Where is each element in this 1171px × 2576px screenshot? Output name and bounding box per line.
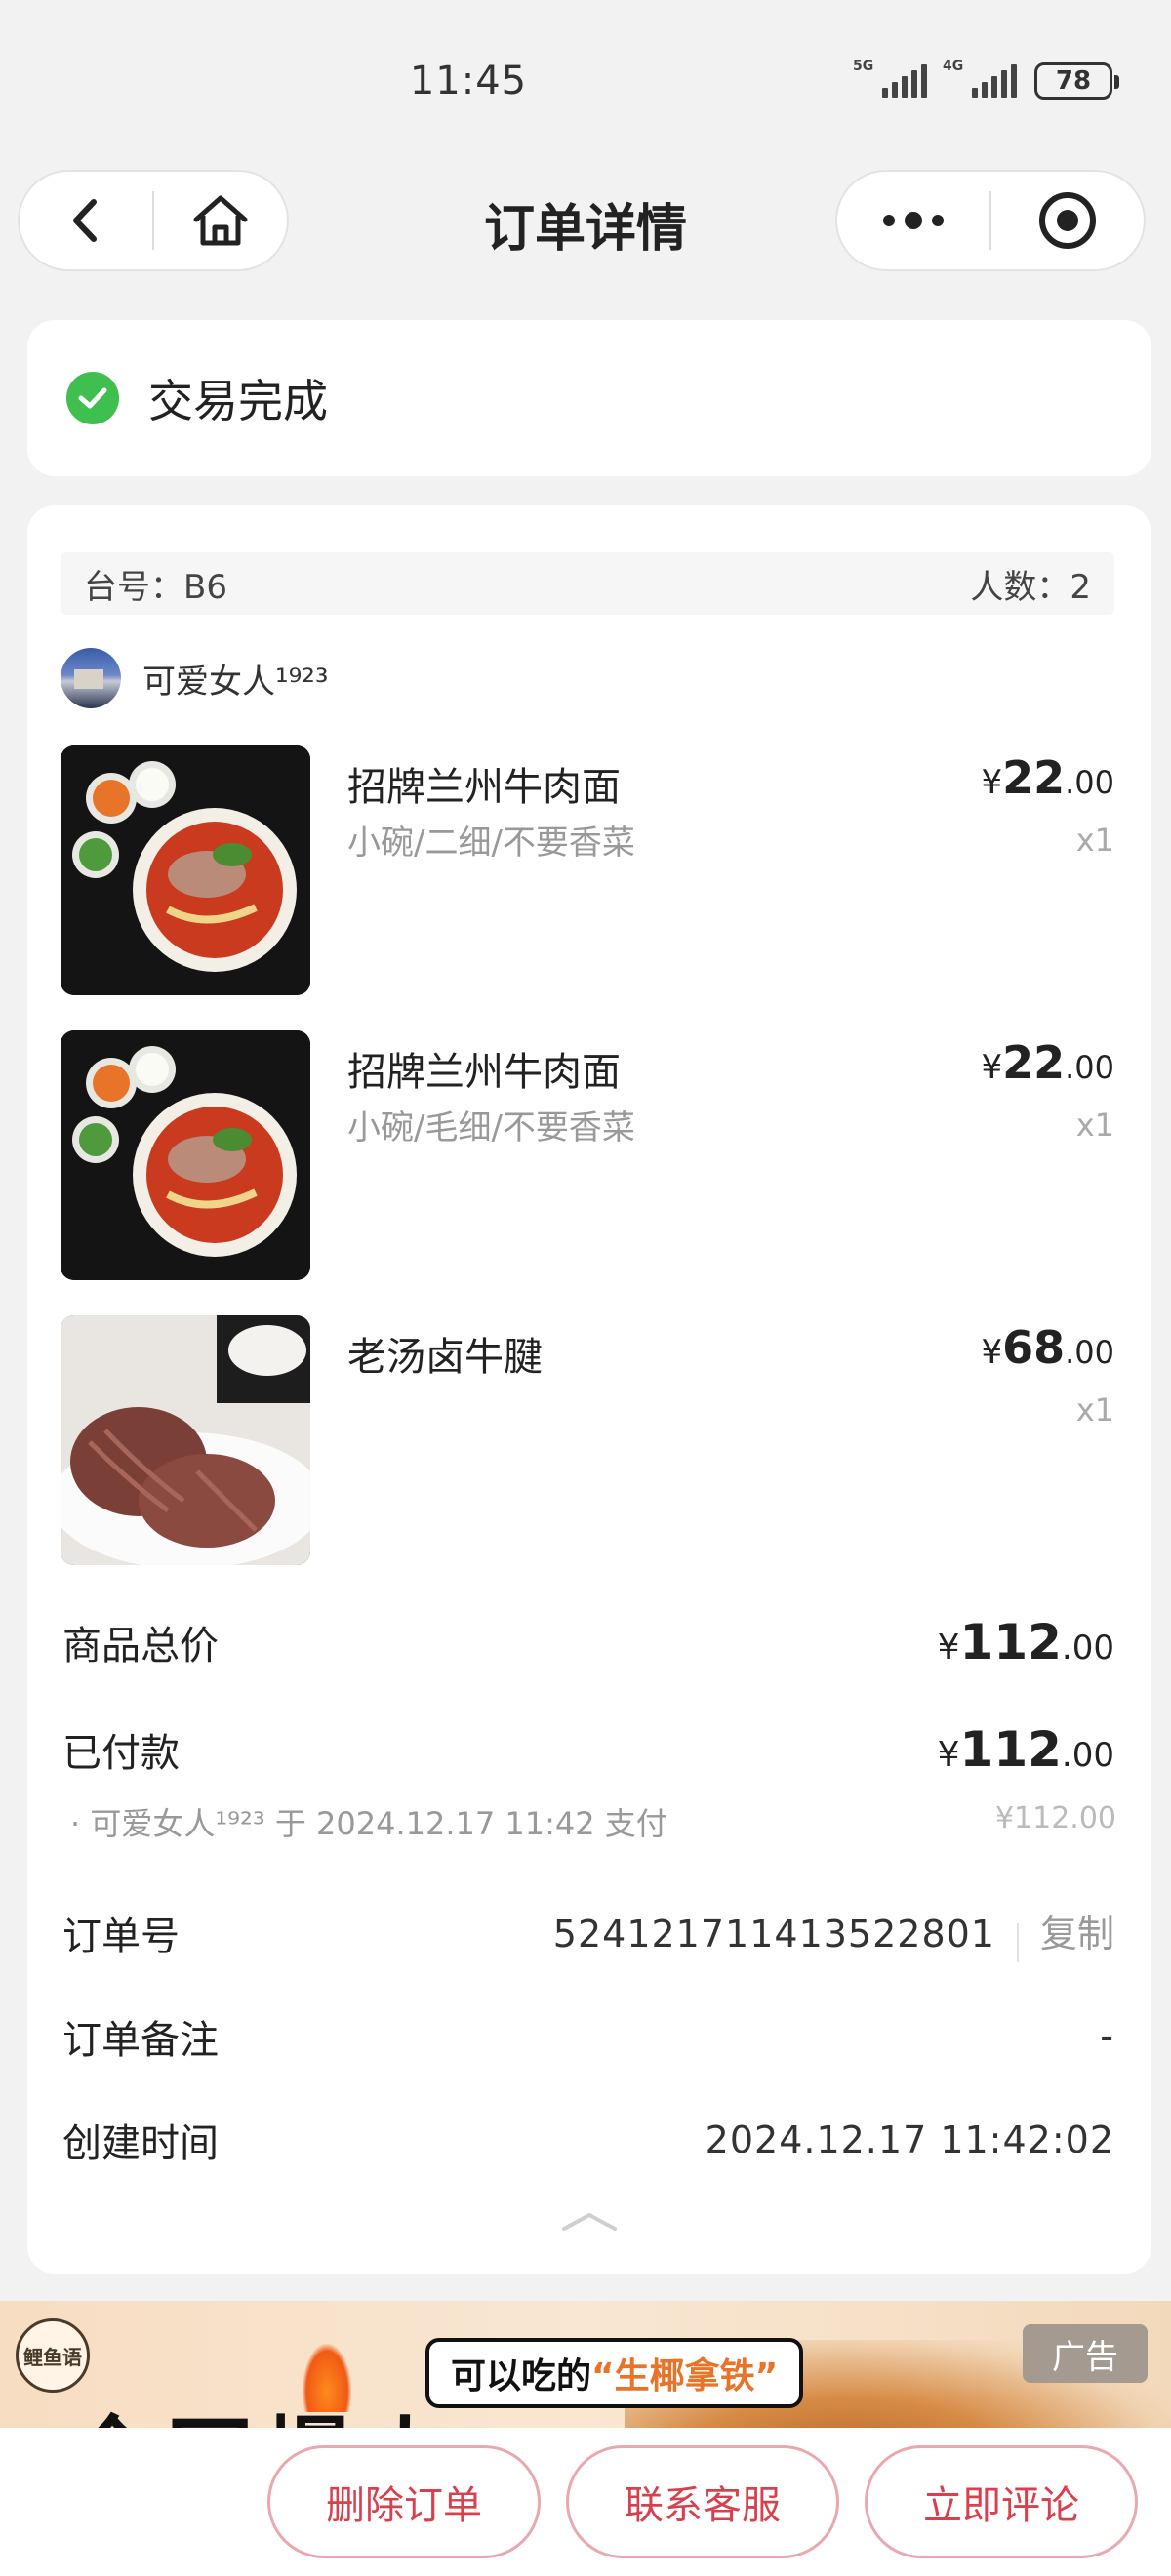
total-price-value: ¥112.00 (937, 1614, 1114, 1670)
item-name: 老汤卤牛腱 (347, 1335, 543, 1380)
order-item[interactable]: 招牌兰州牛肉面 小碗/毛细/不要香菜 ¥22.00 x1 (61, 1030, 1114, 1280)
order-item[interactable]: 老汤卤牛腱 ¥68.00 x1 (61, 1315, 1114, 1565)
page-title: 订单详情 (483, 200, 687, 259)
item-spec: 小碗/二细/不要香菜 (347, 824, 635, 863)
item-spec: 小碗/毛细/不要香菜 (347, 1108, 635, 1147)
nav-right-capsule (835, 170, 1146, 271)
total-price-label: 商品总价 (62, 1624, 219, 1669)
order-detail-card: 台号：B6 人数：2 可爱女人¹⁹²³ 招牌兰州牛肉面 小碗/二细/不要香菜 ¥… (27, 505, 1151, 2274)
paid-row: 已付款 ¥112.00 (62, 1715, 1114, 1784)
chevron-up-icon (562, 2213, 617, 2231)
status-time: 11:45 (409, 59, 528, 103)
order-remark-value: - (1100, 2015, 1114, 2058)
ad-brand-logo: 鲤鱼语 (16, 2318, 90, 2393)
more-button[interactable] (837, 172, 989, 269)
created-time-row: 创建时间 2024.12.17 11:42:02 (62, 2106, 1114, 2174)
item-price: ¥22.00 (981, 751, 1114, 804)
item-name: 招牌兰州牛肉面 (347, 1050, 621, 1095)
copy-divider (1016, 1922, 1019, 1962)
orderer-row: 可爱女人¹⁹²³ (61, 648, 329, 708)
payment-note: · 可爱女人¹⁹²³ 于 2024.12.17 11:42 支付 (70, 1805, 667, 1842)
dish-image-beef-noodle (61, 1030, 310, 1280)
item-price: ¥22.00 (981, 1036, 1114, 1089)
ad-banner[interactable]: 鲤鱼语 全网爆火 可以吃的“生椰拿铁” 广告 (0, 2301, 1171, 2428)
table-number: 台号：B6 (84, 567, 227, 607)
battery-icon: 78 (1034, 62, 1119, 100)
order-remark-label: 订单备注 (62, 2018, 219, 2063)
total-price-row: 商品总价 ¥112.00 (62, 1608, 1114, 1676)
delete-order-button[interactable]: 删除订单 (267, 2445, 541, 2558)
item-quantity: x1 (1075, 822, 1114, 859)
order-number-label: 订单号 (62, 1914, 180, 1959)
paid-label: 已付款 (62, 1731, 180, 1776)
home-icon (193, 195, 248, 246)
ad-speech-bubble: 可以吃的“生椰拿铁” (425, 2338, 804, 2408)
more-dots-icon (883, 212, 944, 229)
status-icons: 5G 4G 78 (853, 59, 1119, 100)
avatar (61, 648, 121, 708)
order-status-text: 交易完成 (148, 375, 328, 427)
back-button[interactable] (20, 172, 152, 269)
nav-left-capsule (18, 170, 289, 271)
bottom-action-bar: 删除订单 联系客服 立即评论 (0, 2428, 1171, 2576)
target-icon (1038, 192, 1096, 249)
payment-note-amount: ¥112.00 (994, 1801, 1116, 1835)
close-miniprogram-button[interactable] (991, 172, 1144, 269)
order-remark-row: 订单备注 - (62, 2002, 1114, 2071)
people-count: 人数：2 (970, 567, 1091, 607)
order-item[interactable]: 招牌兰州牛肉面 小碗/二细/不要香菜 ¥22.00 x1 (61, 745, 1114, 995)
dish-image-beef-noodle (61, 745, 310, 995)
ad-headline: 全网爆火 (68, 2387, 459, 2428)
review-button[interactable]: 立即评论 (865, 2445, 1138, 2558)
order-status-card: 交易完成 (27, 320, 1151, 476)
paid-value: ¥112.00 (937, 1721, 1114, 1778)
signal-4g-icon: 4G (943, 59, 1017, 98)
status-bar: 11:45 5G 4G 78 (0, 0, 1171, 166)
check-circle-icon (66, 372, 119, 424)
order-number-row: 订单号 524121711413522801 复制 (62, 1899, 1114, 1967)
dish-image-braised-beef-shank (61, 1315, 310, 1565)
order-number-value: 524121711413522801 (552, 1912, 995, 1956)
item-name: 招牌兰州牛肉面 (347, 765, 621, 810)
table-info: 台号：B6 人数：2 (61, 552, 1114, 615)
copy-button[interactable]: 复制 (1040, 1912, 1114, 1955)
signal-5g-icon: 5G (853, 59, 927, 98)
chevron-left-icon (73, 199, 97, 242)
ad-tag: 广告 (1023, 2324, 1148, 2383)
created-time-label: 创建时间 (62, 2121, 219, 2166)
home-button[interactable] (154, 172, 287, 269)
item-quantity: x1 (1075, 1107, 1114, 1144)
item-price: ¥68.00 (981, 1321, 1114, 1374)
orderer-name: 可爱女人¹⁹²³ (142, 662, 329, 702)
collapse-button[interactable] (560, 2209, 619, 2236)
order-number-group: 524121711413522801 复制 (553, 1904, 1114, 1962)
item-quantity: x1 (1075, 1391, 1114, 1429)
created-time-value: 2024.12.17 11:42:02 (705, 2118, 1114, 2161)
contact-service-button[interactable]: 联系客服 (566, 2445, 839, 2558)
